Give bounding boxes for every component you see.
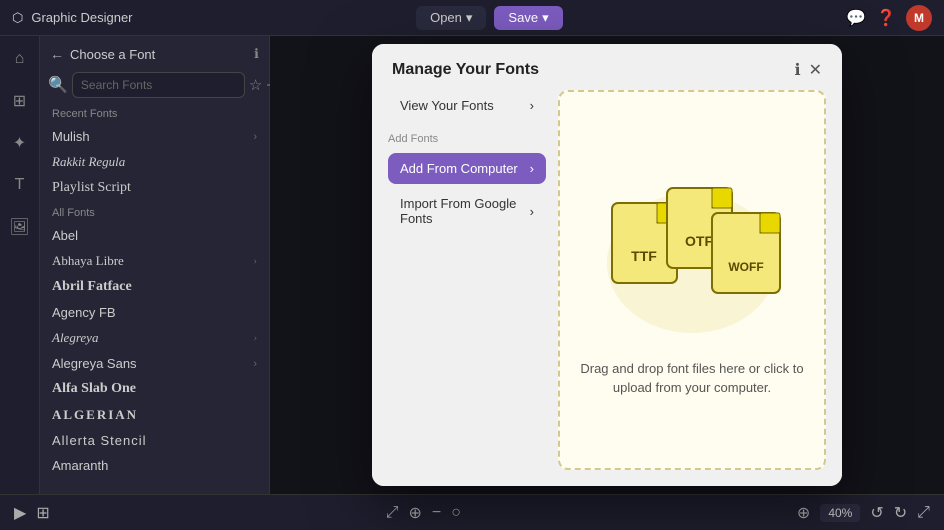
font-list: Recent Fonts Mulish › Rakkit Regula Play…: [40, 102, 269, 494]
bottom-bar: ▶ ⊞ ⤢ ⊕ − ○ ⊕ 40% ↺ ↻ ⤢: [0, 494, 944, 530]
open-button[interactable]: Open ▾: [416, 6, 486, 30]
svg-text:WOFF: WOFF: [728, 260, 763, 274]
play-icon[interactable]: ▶: [14, 503, 26, 523]
home-icon[interactable]: ⌂: [5, 44, 35, 74]
add-fonts-label: Add Fonts: [388, 125, 546, 149]
search-input[interactable]: [72, 72, 245, 98]
frame-icon[interactable]: ⊕: [409, 503, 422, 523]
app-title: Graphic Designer: [31, 10, 132, 25]
bottom-right: ⊕ 40% ↺ ↻ ⤢: [797, 503, 930, 523]
drop-zone-text: Drag and drop font files here or click t…: [580, 359, 804, 398]
chevron-right-icon: ›: [530, 161, 534, 176]
avatar[interactable]: M: [906, 5, 932, 31]
chevron-down-icon: ▾: [466, 10, 473, 26]
canvas-area: Manage Your Fonts ℹ ✕ View Your Fonts › …: [270, 36, 944, 494]
modal-close-button[interactable]: ✕: [809, 60, 822, 80]
font-panel-title: Choose a Font: [70, 47, 155, 62]
add-from-computer-button[interactable]: Add From Computer ›: [388, 153, 546, 184]
grid-icon[interactable]: ⊞: [5, 86, 35, 116]
modal-overlay: Manage Your Fonts ℹ ✕ View Your Fonts › …: [270, 36, 944, 494]
chevron-right-icon: ›: [253, 332, 257, 344]
font-item-algerian[interactable]: ALGERIAN: [40, 402, 269, 428]
modal-body: View Your Fonts › Add Fonts Add From Com…: [372, 90, 842, 486]
font-item-rakkit[interactable]: Rakkit Regula: [40, 149, 269, 175]
chevron-right-icon: ›: [253, 358, 257, 370]
font-item-amaranth[interactable]: Amaranth: [40, 453, 269, 478]
save-button[interactable]: Save ▾: [494, 6, 562, 30]
svg-text:TTF: TTF: [631, 248, 657, 264]
fullscreen-icon[interactable]: ⤢: [917, 504, 930, 522]
info-icon[interactable]: ℹ: [254, 46, 259, 62]
undo-icon[interactable]: ↺: [870, 503, 883, 523]
redo-icon[interactable]: ↻: [894, 503, 907, 523]
zoom-display: 40%: [820, 504, 860, 522]
font-item-allerta[interactable]: Allerta Stencil: [40, 428, 269, 453]
app-title-area: ⬡ Graphic Designer: [12, 10, 133, 26]
bottom-center: ⤢ ⊕ − ○: [386, 503, 461, 523]
top-bar-right: 💬 ❓ M: [846, 5, 932, 31]
back-button[interactable]: ←: [50, 46, 64, 62]
view-your-fonts-button[interactable]: View Your Fonts ›: [388, 90, 546, 121]
elements-icon[interactable]: ✦: [5, 128, 35, 158]
resize-icon[interactable]: ⤢: [386, 504, 399, 522]
chevron-right-icon: ›: [253, 255, 257, 267]
modal-info-button[interactable]: ℹ: [795, 60, 801, 80]
search-icon: 🔍: [48, 75, 68, 95]
font-drop-zone[interactable]: TTF OTF: [558, 90, 826, 470]
chevron-right-icon: ›: [530, 98, 534, 113]
font-item-agency[interactable]: Agency FB: [40, 300, 269, 325]
comment-icon[interactable]: 💬: [846, 8, 866, 28]
chevron-down-icon: ▾: [542, 10, 549, 26]
font-item-playlist[interactable]: Playlist Script: [40, 175, 269, 201]
chevron-right-icon: ›: [530, 204, 534, 219]
modal-header: Manage Your Fonts ℹ ✕: [372, 44, 842, 90]
chevron-right-icon: ›: [253, 131, 257, 143]
minus-icon[interactable]: −: [432, 504, 441, 522]
all-fonts-label: All Fonts: [40, 201, 269, 223]
side-icons-panel: ⌂ ⊞ ✦ T 🖼: [0, 36, 40, 494]
image-icon[interactable]: 🖼: [5, 212, 35, 242]
font-item-abril[interactable]: Abril Fatface: [40, 274, 269, 300]
modal-header-icons: ℹ ✕: [795, 60, 822, 80]
bottom-left: ▶ ⊞: [14, 503, 50, 523]
font-item-abel[interactable]: Abel: [40, 223, 269, 248]
zoom-in-icon[interactable]: ⊕: [797, 503, 810, 523]
modal-left-menu: View Your Fonts › Add Fonts Add From Com…: [388, 90, 558, 470]
drop-illustration: TTF OTF: [592, 163, 792, 343]
app-logo: ⬡: [12, 10, 23, 26]
help-icon[interactable]: ❓: [876, 8, 896, 28]
font-panel: ← Choose a Font ℹ 🔍 ☆ + Recent Fonts Mul…: [40, 36, 270, 494]
circle-icon[interactable]: ○: [451, 504, 461, 522]
search-row: 🔍 ☆ +: [40, 68, 269, 102]
top-bar-center: Open ▾ Save ▾: [416, 6, 563, 30]
modal-manage-fonts: Manage Your Fonts ℹ ✕ View Your Fonts › …: [372, 44, 842, 486]
font-item-alegreya[interactable]: Alegreya ›: [40, 325, 269, 351]
font-panel-header: ← Choose a Font ℹ: [40, 36, 269, 68]
top-bar: ⬡ Graphic Designer Open ▾ Save ▾ 💬 ❓ M: [0, 0, 944, 36]
modal-title: Manage Your Fonts: [392, 61, 539, 79]
font-item-abhaya[interactable]: Abhaya Libre ›: [40, 248, 269, 274]
font-item-mulish[interactable]: Mulish ›: [40, 124, 269, 149]
font-item-alfaslab[interactable]: Alfa Slab One: [40, 376, 269, 402]
recent-fonts-label: Recent Fonts: [40, 102, 269, 124]
text-icon[interactable]: T: [5, 170, 35, 200]
import-google-fonts-button[interactable]: Import From Google Fonts ›: [388, 188, 546, 234]
font-item-alegreyasans[interactable]: Alegreya Sans ›: [40, 351, 269, 376]
favorite-button[interactable]: ☆: [249, 76, 262, 94]
svg-text:OTF: OTF: [685, 233, 713, 249]
main-area: ⌂ ⊞ ✦ T 🖼 ← Choose a Font ℹ 🔍 ☆ + Recent…: [0, 36, 944, 494]
grid-view-icon[interactable]: ⊞: [36, 503, 49, 523]
